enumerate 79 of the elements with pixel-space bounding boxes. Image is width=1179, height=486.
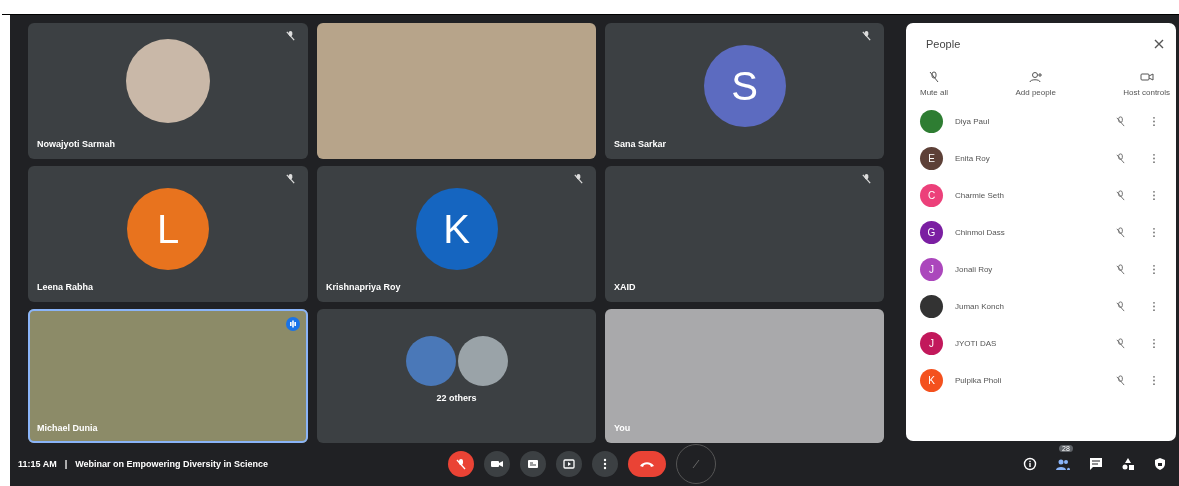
participant-row[interactable]: J Jonali Roy: [906, 251, 1176, 288]
chat-icon: [1089, 456, 1103, 471]
participant-name: Diya Paul: [955, 117, 991, 126]
participant-name: Juman Konch: [955, 302, 1005, 311]
more-options-button[interactable]: [592, 450, 618, 477]
panel-action-button[interactable]: Mute all: [920, 71, 948, 97]
info-icon: [1023, 456, 1037, 471]
letter-avatar: E: [920, 147, 943, 170]
mic-off-icon: [927, 71, 941, 83]
letter-avatar: C: [920, 184, 943, 207]
mic-off-icon[interactable]: [1115, 116, 1126, 127]
letter-avatar: J: [920, 332, 943, 355]
captions-button[interactable]: [520, 450, 546, 477]
microphone-button[interactable]: [448, 450, 474, 477]
participant-name: JYOTI DAS: [955, 339, 998, 348]
close-button[interactable]: [1152, 37, 1166, 51]
letter-avatar: J: [920, 258, 943, 281]
more-options-icon[interactable]: [1152, 153, 1156, 164]
mic-off-icon[interactable]: [1115, 190, 1126, 201]
more-options-icon[interactable]: [1152, 301, 1156, 312]
present-button[interactable]: [556, 450, 582, 477]
mic-off-icon: [455, 457, 467, 470]
more-options-icon[interactable]: [1152, 227, 1156, 238]
separator-text: |: [64, 458, 68, 469]
hang-up-icon: [639, 459, 655, 468]
participant-row[interactable]: C Charmie Seth: [906, 177, 1176, 214]
add-person-icon: [1028, 71, 1043, 83]
panel-action-button[interactable]: Add people: [1015, 71, 1056, 97]
participant-row[interactable]: E Enita Roy: [906, 140, 1176, 177]
mic-off-icon[interactable]: [1115, 153, 1126, 164]
participant-name: Krishnapriya Roy: [326, 282, 401, 292]
avatar-photo-placeholder: [405, 336, 456, 386]
participant-name: You: [614, 423, 631, 433]
mic-off-icon[interactable]: [1115, 301, 1126, 312]
more-options-icon[interactable]: [1152, 264, 1156, 275]
mic-off-icon[interactable]: [1115, 227, 1126, 238]
participant-row[interactable]: Juman Konch: [906, 288, 1176, 325]
participant-name: Sana Sarkar: [614, 139, 667, 149]
participant-row[interactable]: Diya Paul: [906, 103, 1176, 140]
shield-icon: [1153, 456, 1167, 471]
participant-name: Charmie Seth: [955, 191, 1005, 200]
mic-off-icon[interactable]: [1115, 375, 1126, 386]
participant-name: Pulpika Pholi: [955, 376, 1003, 385]
participant-name: Michael Dunia: [37, 423, 98, 433]
shapes-icon: [1121, 456, 1135, 471]
more-options-icon[interactable]: [1152, 338, 1156, 349]
letter-avatar: K: [920, 369, 943, 392]
mic-off-icon[interactable]: [1115, 264, 1126, 275]
meeting-title: Webinar on Empowering Diversity in Science: [75, 458, 269, 469]
letter-avatar: S: [703, 45, 786, 127]
participant-name: Nowajyoti Sarmah: [37, 139, 116, 149]
captions-icon: [527, 457, 539, 470]
participant-name: Leena Rabha: [37, 282, 94, 292]
panel-action-button[interactable]: Host controls: [1123, 71, 1170, 97]
participant-row[interactable]: G Chinmoi Dass: [906, 214, 1176, 251]
meeting-time: 11:15 AM: [18, 458, 57, 469]
present-screen-icon: [563, 457, 575, 470]
participant-name: XAID: [614, 282, 636, 292]
more-options-icon: [603, 457, 607, 470]
camera-icon: [1139, 71, 1154, 83]
more-options-icon[interactable]: [1152, 190, 1156, 201]
more-options-icon[interactable]: [1152, 375, 1156, 386]
letter-avatar: G: [920, 221, 943, 244]
letter-avatar: K: [415, 188, 498, 270]
participant-name: Jonali Roy: [955, 265, 994, 274]
close-icon: [1154, 39, 1164, 49]
participant-row[interactable]: J JYOTI DAS: [906, 325, 1176, 362]
more-options-icon[interactable]: [1152, 116, 1156, 127]
hang-up-button[interactable]: [628, 450, 666, 477]
panel-title: People: [926, 38, 961, 50]
participant-name: Enita Roy: [955, 154, 991, 163]
participant-name: Chinmoi Dass: [955, 228, 1006, 237]
camera-button[interactable]: [484, 450, 510, 477]
slash-icon: [690, 457, 702, 470]
letter-avatar: L: [127, 188, 209, 270]
avatar-photo-placeholder: [457, 336, 508, 386]
mic-off-icon[interactable]: [1115, 338, 1126, 349]
participant-name: 22 others: [436, 393, 477, 403]
participant-row[interactable]: K Pulpika Pholi: [906, 362, 1176, 399]
